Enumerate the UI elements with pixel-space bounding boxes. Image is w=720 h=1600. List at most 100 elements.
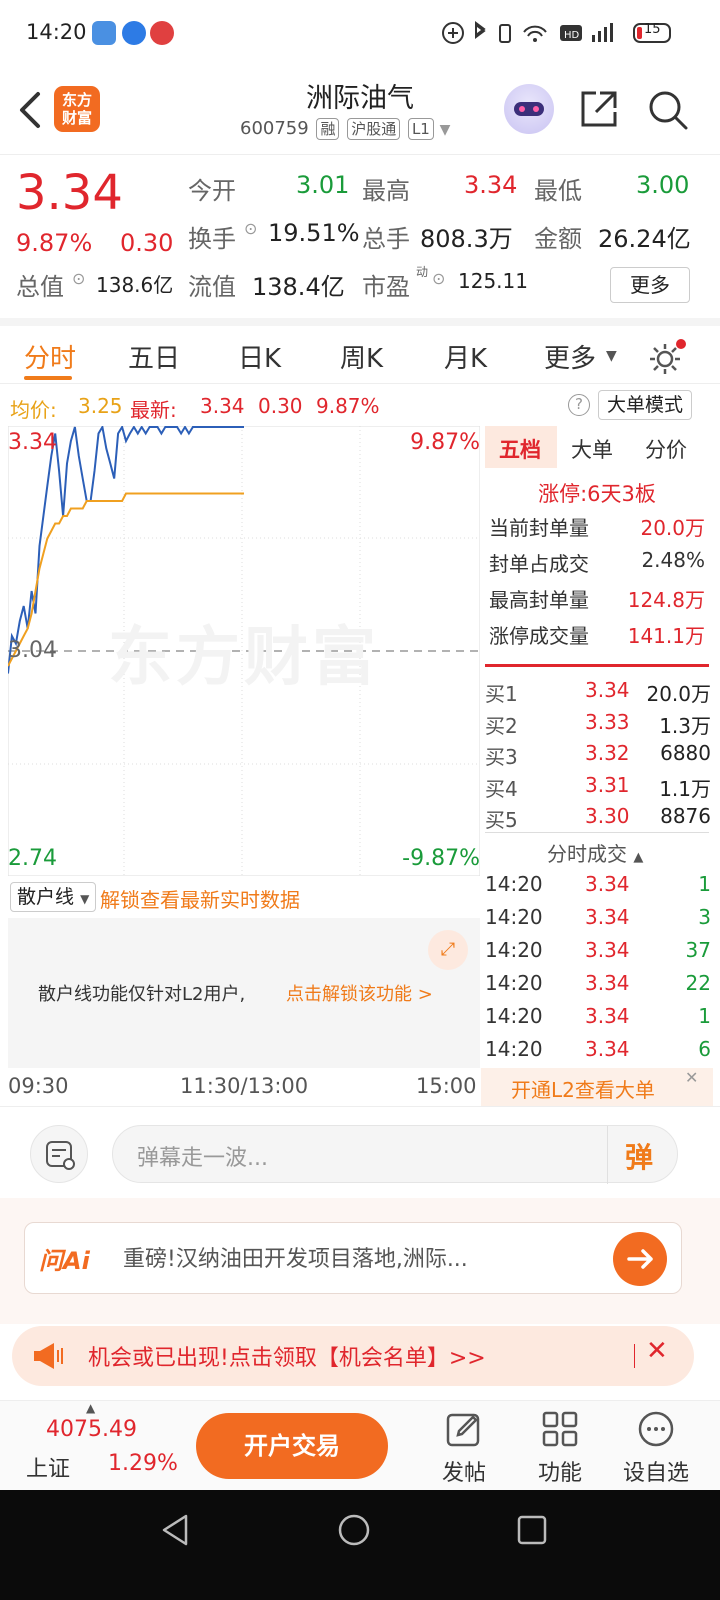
ai-brand-logo: 问Ai: [39, 1247, 90, 1275]
search-icon[interactable]: [646, 88, 690, 132]
danmu-input[interactable]: 弹幕走一波... 弹: [112, 1125, 678, 1184]
stat-label: 封单占成交: [489, 552, 589, 576]
tick-volume: 6: [698, 1037, 711, 1061]
watermark: 东方财富: [108, 621, 380, 695]
change-amount: 0.30: [120, 229, 174, 257]
order-book-panel: 五档 大单 分价 涨停:6天3板 当前封单量 20.0万 封单占成交 2.48% 最高封…: [481, 426, 713, 1106]
bid-volume: 8876: [660, 804, 711, 828]
index-value[interactable]: 4075.49: [46, 1417, 137, 1442]
latest-pct: 9.87%: [316, 394, 380, 418]
tab-five-level[interactable]: 五档: [499, 434, 541, 464]
time-axis-start: 09:30: [8, 1074, 69, 1098]
app-notification-icon: [92, 21, 116, 45]
arrow-right-icon[interactable]: [613, 1232, 667, 1286]
tab-more[interactable]: 更多: [544, 338, 596, 375]
pct-axis-bottom-label: -9.87%: [402, 846, 480, 871]
nav-recents-icon[interactable]: [514, 1512, 550, 1548]
add-watchlist-button[interactable]: 设自选: [616, 1409, 696, 1487]
avg-value: 3.25: [78, 394, 123, 418]
low-value: 3.00: [636, 171, 690, 199]
chevron-down-icon[interactable]: ▼: [440, 122, 451, 138]
tab-intraday[interactable]: 分时: [24, 338, 76, 375]
retail-line-unlock-link[interactable]: 点击解锁该功能 >: [286, 980, 433, 1006]
volume-value: 808.3万: [420, 225, 513, 253]
help-icon[interactable]: ?: [568, 394, 590, 416]
open-account-trade-button[interactable]: 开户交易: [196, 1413, 388, 1479]
header: 东方 财富 洲际油气 600759 融 沪股通 L1 ▼: [0, 66, 720, 154]
quote-panel: 3.34 9.87% 0.30 今开 3.01 最高 3.34 最低 3.00 …: [0, 154, 720, 316]
robot-assistant-icon[interactable]: [504, 84, 554, 134]
tick-time: 14:20: [485, 872, 543, 896]
divider: [485, 664, 709, 667]
chevron-down-icon[interactable]: ▼: [606, 348, 617, 364]
share-icon[interactable]: [578, 88, 620, 130]
info-icon[interactable]: ⊙: [244, 219, 257, 238]
bid-price: 3.33: [585, 709, 630, 734]
l2-banner[interactable]: 开通L2查看大单 ✕: [481, 1068, 713, 1106]
intraday-chart[interactable]: 东方财富 3.34 3.04 2.74 9.87% -9.87%: [8, 426, 480, 876]
time-axis: 09:30 11:30/13:00 15:00: [0, 1068, 480, 1106]
tab-monthly-k[interactable]: 月K: [444, 338, 487, 375]
unlock-link[interactable]: 解锁查看最新实时数据: [100, 884, 300, 913]
opportunity-banner[interactable]: 机会或已出现!点击领取【机会名单】>> ✕: [12, 1326, 694, 1386]
danmu-settings-icon[interactable]: [30, 1125, 88, 1183]
retail-line-panel: 散户线 ▼ 解锁查看最新实时数据 散户线功能仅针对L2用户, 点击解锁该功能 >…: [8, 878, 480, 1068]
chart-tabs: 分时 五日 日K 周K 月K 更多 ▼: [0, 318, 720, 384]
tick-volume: 37: [685, 938, 711, 962]
info-icon[interactable]: ⊙: [72, 269, 85, 288]
bid-label: 买2: [485, 713, 518, 738]
ticks-title[interactable]: 分时成交 ▲: [547, 838, 643, 867]
tab-large-order[interactable]: 大单: [571, 434, 613, 464]
stat-label: 当前封单量: [489, 516, 589, 540]
time-axis-mid: 11:30/13:00: [180, 1074, 309, 1098]
post-button[interactable]: 发帖: [424, 1409, 504, 1487]
tab-daily-k[interactable]: 日K: [238, 338, 281, 375]
edit-icon: [446, 1413, 480, 1447]
nav-back-icon[interactable]: [158, 1512, 194, 1548]
active-tab-indicator: [24, 376, 72, 380]
stat-value: 2.48%: [641, 548, 705, 572]
tab-five-day[interactable]: 五日: [128, 338, 180, 375]
post-label: 发帖: [441, 1461, 486, 1486]
tick-time: 14:20: [485, 1004, 543, 1028]
ai-news-card[interactable]: 问Ai 重磅!汉纳油田开发项目落地,洲际...: [24, 1222, 682, 1294]
bid-label: 买3: [485, 745, 518, 769]
function-button[interactable]: 功能: [520, 1409, 600, 1487]
expand-icon[interactable]: ⤢: [428, 930, 468, 970]
mktcap-value: 138.6亿: [96, 273, 174, 297]
close-icon[interactable]: ✕: [646, 1336, 668, 1366]
bid-volume: 20.0万: [646, 682, 711, 706]
low-label: 最低: [534, 177, 582, 205]
volume-label: 总手: [362, 225, 410, 253]
tick-price: 3.34: [585, 938, 630, 962]
close-icon[interactable]: ✕: [685, 1068, 698, 1087]
add-watchlist-label: 设自选: [622, 1461, 689, 1486]
nav-home-icon[interactable]: [336, 1512, 372, 1548]
avg-label: 均价:: [10, 398, 57, 422]
large-order-mode-button[interactable]: 大单模式: [598, 390, 693, 420]
y-axis-bottom-label: 2.74: [8, 846, 57, 871]
settings-gear-icon[interactable]: [646, 338, 686, 378]
stat-label: 最高封单量: [489, 588, 589, 612]
latest-change: 0.30: [258, 394, 303, 418]
tick-volume: 1: [698, 1004, 711, 1028]
more-button[interactable]: 更多: [610, 267, 690, 303]
tick-volume: 1: [698, 872, 711, 896]
tab-price-distribution[interactable]: 分价: [645, 434, 687, 464]
chevron-down-icon: ▼: [80, 892, 90, 906]
index-pct[interactable]: 1.29%: [108, 1451, 178, 1476]
megaphone-icon: [34, 1343, 63, 1369]
tab-weekly-k[interactable]: 周K: [340, 338, 383, 375]
app-notification-icon-2: [150, 21, 174, 45]
danmu-toggle-button[interactable]: 弹: [625, 1136, 653, 1176]
retail-line-select[interactable]: 散户线 ▼: [10, 882, 96, 912]
l2-banner-text: 开通L2查看大单: [511, 1078, 655, 1102]
bid-price: 3.32: [585, 741, 630, 765]
info-icon[interactable]: ⊙: [432, 269, 445, 288]
index-name[interactable]: 上证: [26, 1451, 70, 1483]
tag-level[interactable]: L1: [407, 118, 434, 140]
bid-volume: 1.1万: [659, 776, 711, 801]
amount-label: 金额: [534, 225, 582, 253]
opportunity-text: 机会或已出现!点击领取【机会名单】>>: [88, 1346, 486, 1371]
current-price: 3.34: [16, 165, 123, 221]
